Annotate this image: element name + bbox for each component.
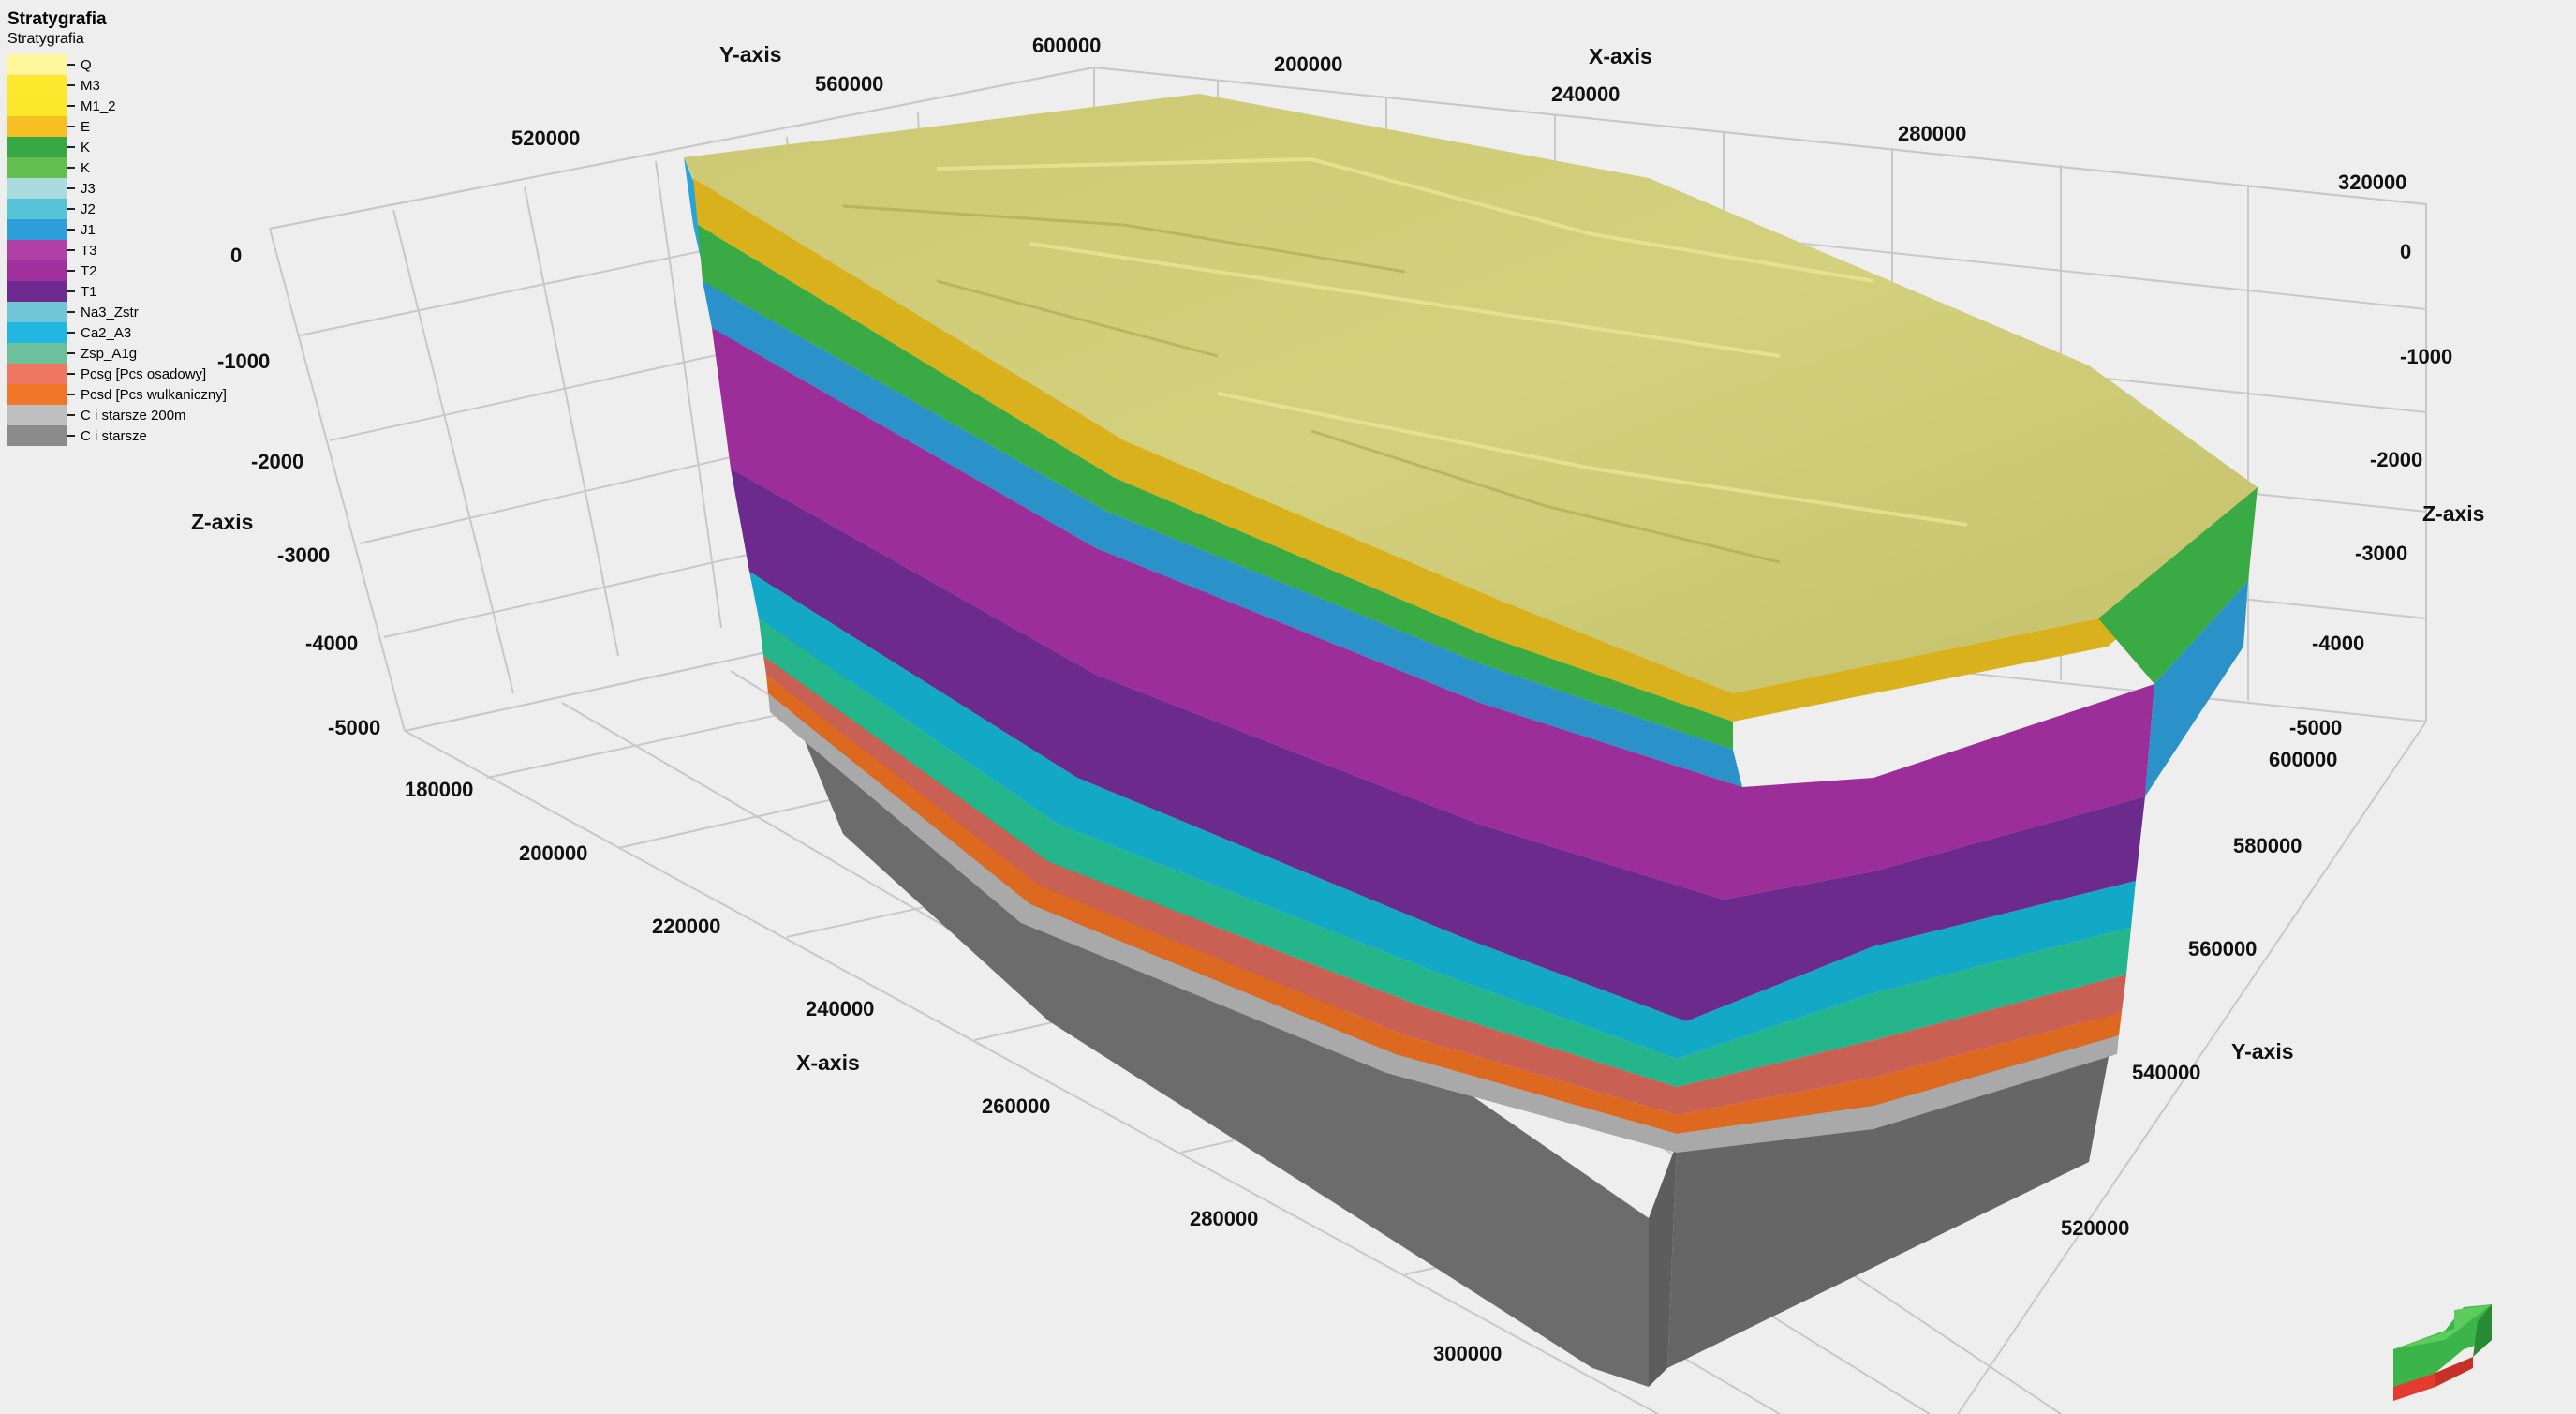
y-right-tick: 560000	[2188, 937, 2257, 960]
legend-swatch	[7, 302, 67, 322]
legend-item: Zsp_A1g	[7, 343, 227, 364]
legend-swatch	[7, 199, 67, 219]
orientation-arrow-icon[interactable]	[2393, 1304, 2492, 1401]
legend-swatch	[7, 364, 67, 384]
z-right-tick: -2000	[2370, 448, 2422, 471]
legend-label: C i starsze	[81, 427, 147, 444]
legend-item: M3	[7, 75, 227, 96]
x-bottom-tick: 200000	[519, 841, 587, 865]
legend-subtitle: Stratygrafia	[7, 31, 84, 47]
3d-viewport[interactable]: Y-axis X-axis Z-axis Z-axis X-axis Y-axi…	[0, 0, 2576, 1414]
z-left-tick: -3000	[277, 543, 330, 567]
legend-item: Pcsg [Pcs osadowy]	[7, 364, 227, 384]
legend-label: C i starsze 200m	[81, 407, 186, 424]
legend-swatch	[7, 157, 67, 178]
z-right-tick: -5000	[2289, 716, 2342, 739]
y-top-tick: 560000	[815, 72, 883, 96]
legend-label: Pcsd [Pcs wulkaniczny]	[81, 386, 227, 403]
legend-swatch	[7, 405, 67, 425]
legend-title: Stratygrafia	[7, 9, 107, 29]
legend-label: M3	[81, 77, 100, 94]
legend-item: M1_2	[7, 96, 227, 116]
legend-label: E	[81, 118, 91, 135]
legend-swatch	[7, 116, 67, 137]
legend-item: K	[7, 137, 227, 157]
legend-item: T1	[7, 281, 227, 302]
z-axis-title-right: Z-axis	[2422, 501, 2484, 526]
y-top-tick: 520000	[511, 127, 580, 150]
x-top-tick: 280000	[1898, 122, 1966, 145]
y-axis-title-top: Y-axis	[719, 42, 782, 67]
legend-swatch	[7, 75, 67, 96]
legend-label: T2	[81, 262, 97, 279]
legend-label: J1	[81, 221, 96, 238]
legend-swatch	[7, 54, 67, 75]
legend-label: Pcsg [Pcs osadowy]	[81, 365, 207, 382]
legend-swatch	[7, 281, 67, 302]
legend-label: Na3_Zstr	[81, 304, 139, 320]
x-top-tick: 200000	[1274, 52, 1342, 76]
z-right-tick: 0	[2400, 240, 2411, 263]
y-right-tick: 540000	[2132, 1061, 2200, 1084]
legend-swatch	[7, 384, 67, 405]
legend-label: T1	[81, 283, 97, 300]
legend-label: T3	[81, 242, 97, 259]
geological-model-block[interactable]	[684, 94, 2258, 1387]
legend-swatch	[7, 240, 67, 260]
z-left-tick: -5000	[328, 716, 380, 739]
z-right-tick: -4000	[2312, 632, 2364, 655]
legend-label: Ca2_A3	[81, 324, 132, 341]
legend-item: Q	[7, 54, 227, 75]
x-bottom-tick: 280000	[1190, 1207, 1258, 1230]
z-right-tick: -1000	[2400, 345, 2452, 368]
legend-item: T2	[7, 260, 227, 281]
z-right-tick: -3000	[2355, 542, 2407, 565]
y-axis-title-right: Y-axis	[2231, 1039, 2294, 1064]
legend-swatch	[7, 178, 67, 199]
legend-swatch	[7, 96, 67, 116]
z-left-tick: -4000	[305, 632, 358, 655]
legend-label: K	[81, 159, 91, 176]
legend-swatch	[7, 260, 67, 281]
legend-label: Zsp_A1g	[81, 345, 138, 362]
legend-swatch	[7, 322, 67, 343]
legend-swatch	[7, 219, 67, 240]
x-bottom-tick: 180000	[405, 778, 473, 801]
legend-item: C i starsze	[7, 425, 227, 446]
legend-item: C i starsze 200m	[7, 405, 227, 425]
x-top-tick: 320000	[2338, 171, 2406, 194]
legend-item: Pcsd [Pcs wulkaniczny]	[7, 384, 227, 405]
x-bottom-tick: 300000	[1433, 1342, 1502, 1365]
legend-item: J2	[7, 199, 227, 219]
legend-label: J2	[81, 201, 96, 217]
x-top-tick: 240000	[1551, 82, 1620, 106]
legend-swatch	[7, 343, 67, 364]
legend-swatch	[7, 425, 67, 446]
y-right-tick: 580000	[2233, 834, 2302, 857]
legend-label: J3	[81, 180, 96, 197]
z-left-tick: -2000	[251, 450, 303, 473]
legend-label: Q	[81, 56, 92, 73]
z-left-tick: 0	[230, 244, 242, 267]
legend-item: Ca2_A3	[7, 322, 227, 343]
z-axis-title-left: Z-axis	[191, 510, 253, 534]
stratigraphy-legend: Stratygrafia Stratygrafia Q M3 M1_2 E K K J3 J2…	[7, 9, 227, 446]
x-axis-title-top: X-axis	[1589, 44, 1652, 68]
x-axis-title-bottom: X-axis	[796, 1050, 860, 1075]
legend-item: E	[7, 116, 227, 137]
legend-label: M1_2	[81, 97, 116, 114]
legend-item: J3	[7, 178, 227, 199]
legend-item: J1	[7, 219, 227, 240]
x-bottom-tick: 220000	[652, 915, 720, 938]
legend-swatch	[7, 137, 67, 157]
y-right-tick: 600000	[2269, 748, 2337, 771]
legend-item: K	[7, 157, 227, 178]
x-bottom-tick: 260000	[982, 1094, 1050, 1118]
legend-item: Na3_Zstr	[7, 302, 227, 322]
y-top-tick: 600000	[1032, 34, 1101, 57]
x-bottom-tick: 240000	[806, 997, 874, 1020]
legend-item: T3	[7, 240, 227, 260]
y-right-tick: 520000	[2061, 1216, 2129, 1240]
legend-label: K	[81, 139, 91, 156]
